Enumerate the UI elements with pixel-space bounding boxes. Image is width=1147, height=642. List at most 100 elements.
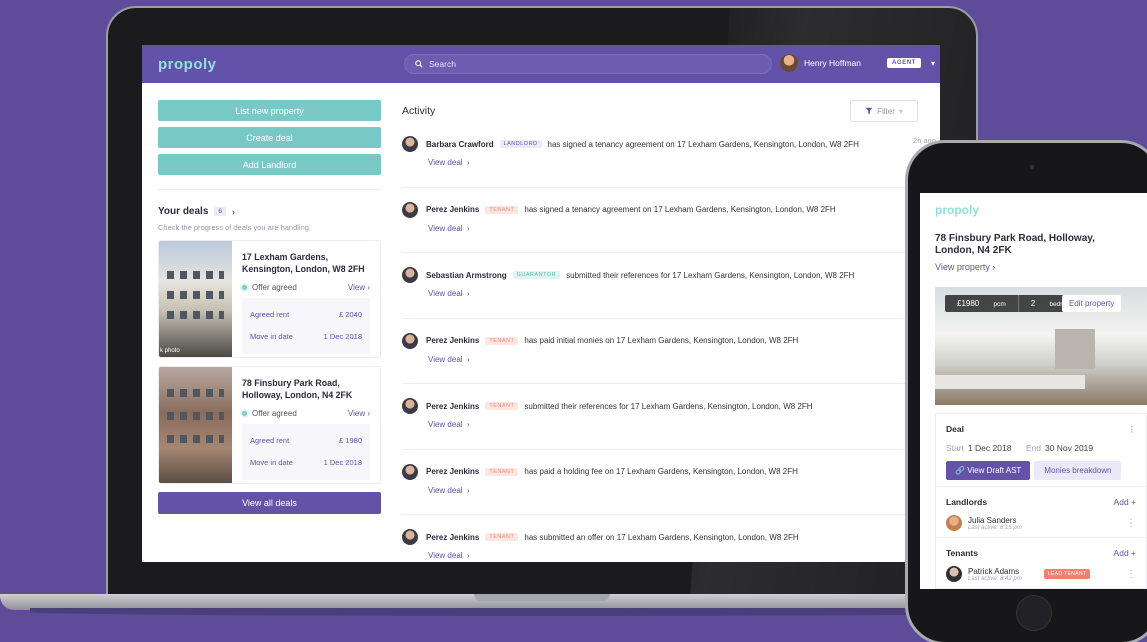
activity-item: Sebastian Armstrong GUARANTOR submitted th… [402,253,936,319]
rent-label: Agreed rent [250,310,290,319]
more-icon[interactable]: ⋮ [1126,569,1136,580]
activity-user-name: Perez Jenkins [426,532,480,542]
activity-text: has signed a tenancy agreement on 17 Lex… [524,205,836,214]
property-photo: k photo [159,241,232,357]
activity-item: Perez Jenkins TENANT has submitted an offe… [402,515,936,562]
activity-text: has submitted an offer on 17 Lexham Gard… [524,532,799,542]
view-deal-link[interactable]: View deal › [428,289,932,298]
app-logo[interactable]: propoly [158,56,404,73]
user-menu[interactable]: Henry Hoffman AGENT ▾ [780,54,935,72]
deal-card[interactable]: 78 Finsbury Park Road, Holloway, London,… [158,366,381,484]
activity-panel: Activity Filter ▾ Barbara Crawford LANDLO… [402,100,936,562]
filter-icon [865,107,873,115]
deal-status: Offer agreed [242,283,297,292]
view-deal-link[interactable]: View deal › [428,158,932,167]
deal-details: Agreed rent £ 2040 Move in date 1 Dec 2018 [242,298,370,354]
landlords-title: Landlords [946,497,988,507]
role-tag: TENANT [485,533,519,541]
left-column: List new property Create deal Add Landlo… [158,100,381,514]
deal-section-title: Deal [946,424,964,434]
user-name: Henry Hoffman [804,58,862,68]
view-deal-link[interactable]: View deal › [428,486,932,495]
avatar [402,529,418,545]
your-deals-title: Your deals [158,206,209,217]
view-deal-link[interactable]: View deal › [428,420,932,429]
search-input[interactable]: Search [404,54,772,74]
create-deal-button[interactable]: Create deal [158,127,381,148]
deals-count-badge: 6 [214,207,227,216]
view-deal-link[interactable]: View deal › [428,355,932,364]
chevron-down-icon[interactable]: ▾ [931,59,935,68]
phone-camera [1030,165,1034,169]
activity-item: Perez Jenkins TENANT has paid initial moni… [402,319,936,384]
activity-text: submitted their references for 17 Lexham… [566,270,855,280]
deal-card[interactable]: k photo 17 Lexham Gardens, Kensington, L… [158,240,381,358]
edit-property-button[interactable]: Edit property [1062,295,1122,312]
activity-title: Activity [402,105,436,117]
move-in-label: Move in date [250,332,293,341]
landlord-name: Julia Sanders [968,515,1017,525]
your-deals-subtitle: Check the progress of deals you are hand… [158,223,312,232]
rent-label: Agreed rent [250,436,290,445]
view-property-link[interactable]: View property › [935,262,1147,272]
add-tenant-link[interactable]: Add + [1114,548,1136,558]
activity-user-name: Perez Jenkins [426,401,480,411]
activity-item: Perez Jenkins TENANT has signed a tenancy … [402,188,936,253]
filter-button[interactable]: Filter ▾ [850,100,918,122]
activity-text: has paid initial monies on 17 Lexham Gar… [524,336,799,345]
deal-dates: Start 1 Dec 2018 End 30 Nov 2019 [946,443,1094,453]
move-in-value: 1 Dec 2018 [323,458,362,467]
move-in-value: 1 Dec 2018 [323,332,362,341]
deal-view-link[interactable]: View › [348,409,370,418]
photo-caption: k photo [160,348,180,354]
last-active: Last active: 6:15 pm [968,524,1022,531]
laptop-screen: propoly Search Henry Hoffman AGENT ▾ Lis… [142,45,940,562]
property-photo [159,367,232,483]
deal-address: 17 Lexham Gardens, Kensington, London, W… [242,252,365,274]
view-all-deals-button[interactable]: View all deals [158,492,381,514]
activity-user-name: Perez Jenkins [426,467,480,476]
avatar [402,398,418,414]
move-in-label: Move in date [250,458,293,467]
role-tag: TENANT [485,467,519,476]
phone-deal-card: Deal ⋮ Start 1 Dec 2018 End 30 Nov 2019 🔗 V… [935,413,1147,589]
avatar [402,136,418,152]
add-landlord-button[interactable]: Add Landlord [158,154,381,175]
tenant-row[interactable]: Patrick Adams Last active: 8:42 pm LEAD T… [946,566,1136,582]
tenants-title: Tenants [946,548,978,558]
last-active: Last active: 8:42 pm [968,575,1022,582]
role-badge: AGENT [887,58,922,68]
monies-breakdown-button[interactable]: Monies breakdown [1034,461,1122,480]
deal-view-link[interactable]: View › [348,283,370,292]
more-icon[interactable]: ⋮ [1126,518,1136,529]
add-landlord-link[interactable]: Add + [1114,497,1136,507]
activity-text: submitted their references for 17 Lexham… [524,401,813,411]
activity-user-name: Perez Jenkins [426,336,480,345]
your-deals-header[interactable]: Your deals 6 › [158,206,381,217]
more-icon[interactable]: ⋮ [1128,424,1137,435]
deal-details: Agreed rent £ 1980 Move in date 1 Dec 2018 [242,424,370,480]
phone-property-photo: £1980 pcm 2 bedrooms Edit property [935,287,1147,405]
view-deal-link[interactable]: View deal › [428,551,932,560]
view-deal-link[interactable]: View deal › [428,224,932,233]
activity-item: Perez Jenkins TENANT submitted their refer… [402,384,936,450]
landlords-section: Landlords Add + Julia Sanders Last active:… [936,487,1146,538]
deal-section: Deal ⋮ Start 1 Dec 2018 End 30 Nov 2019 🔗 V… [936,414,1146,487]
role-tag: TENANT [485,402,519,410]
activity-text: has paid a holding fee on 17 Lexham Gard… [524,467,798,476]
role-tag: GUARANTOR [512,271,561,279]
phone-app-logo[interactable]: propoly [935,203,1147,217]
landlord-row[interactable]: Julia Sanders Last active: 6:15 pm ⋮ [946,515,1136,531]
list-new-property-button[interactable]: List new property [158,100,381,121]
status-dot-icon [242,411,247,416]
lead-tenant-badge: LEAD TENANT [1043,569,1091,579]
role-tag: TENANT [485,336,519,345]
phone-home-button [1016,595,1052,631]
chevron-right-icon[interactable]: › [232,207,235,217]
laptop-notch [474,594,610,601]
role-tag: TENANT [485,205,519,214]
view-draft-ast-button[interactable]: 🔗 View Draft AST [946,461,1031,480]
avatar [402,463,418,480]
tenants-section: Tenants Add + Patrick Adams Last active: 8… [936,538,1146,588]
user-avatar[interactable] [780,54,798,72]
